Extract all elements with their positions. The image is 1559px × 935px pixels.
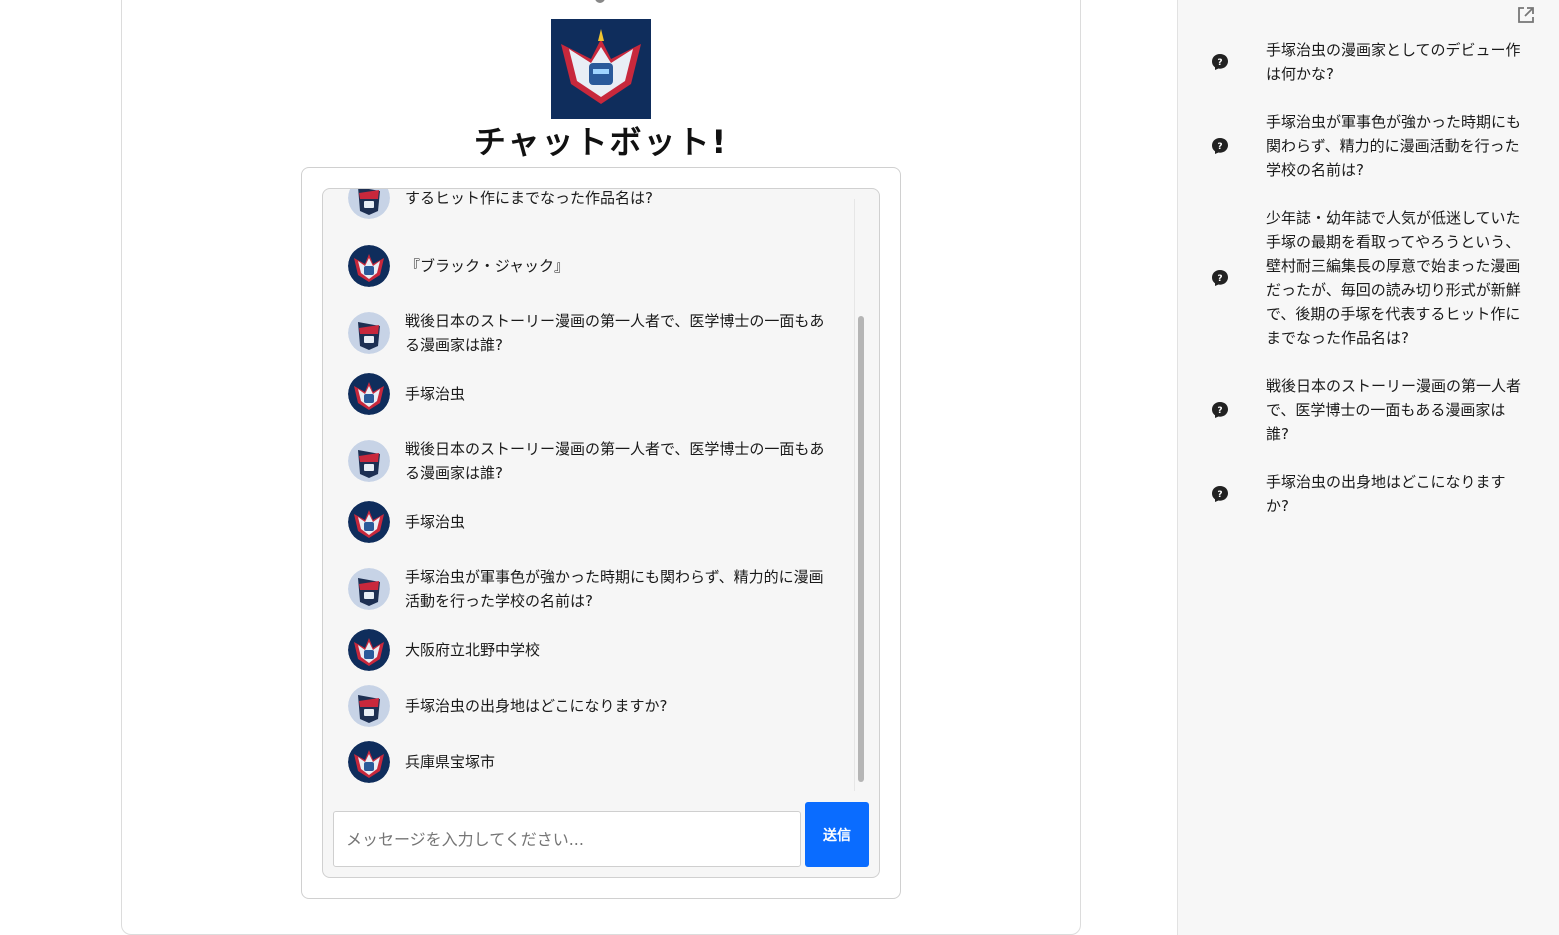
- user-avatar: [348, 189, 390, 219]
- question-text: 手塚治虫が軍事色が強かった時期にも関わらず、精力的に漫画活動を行った学校の名前は…: [1266, 113, 1522, 179]
- svg-text:?: ?: [1217, 490, 1222, 500]
- bot-message: 手塚治虫: [348, 501, 848, 543]
- user-avatar: [348, 685, 390, 727]
- message-text: 『ブラック・ジャック』: [405, 257, 569, 275]
- question-icon: ?: [1210, 52, 1230, 72]
- svg-text:?: ?: [1217, 142, 1222, 152]
- bot-message: 『ブラック・ジャック』: [348, 245, 848, 287]
- user-avatar: [348, 312, 390, 354]
- user-message: するヒット作にまでなった作品名は?: [348, 189, 848, 219]
- message-text: 手塚治虫の出身地はどこになりますか?: [405, 697, 668, 715]
- user-message: 手塚治虫の出身地はどこになりますか?: [348, 685, 848, 727]
- message-text: 手塚治虫が軍事色が強かった時期にも関わらず、精力的に漫画活動を行った学校の名前は…: [405, 568, 824, 610]
- user-message: 戦後日本のストーリー漫画の第一人者で、医学博士の一面もある漫画家は誰?: [348, 309, 848, 357]
- bot-avatar: [348, 245, 390, 287]
- message-text: 戦後日本のストーリー漫画の第一人者で、医学博士の一面もある漫画家は誰?: [405, 312, 825, 354]
- question-icon: ?: [1210, 484, 1230, 504]
- send-button[interactable]: 送信: [805, 802, 869, 867]
- message-input[interactable]: [333, 811, 801, 867]
- bot-message: 大阪府立北野中学校: [348, 629, 848, 671]
- user-avatar: [348, 568, 390, 610]
- robot-logo: [551, 19, 651, 119]
- suggested-question[interactable]: ? 手塚治虫の漫画家としてのデビュー作は何かな?: [1210, 38, 1540, 86]
- message-text: 手塚治虫: [405, 513, 466, 531]
- svg-text:?: ?: [1217, 274, 1222, 284]
- svg-text:?: ?: [1217, 58, 1222, 68]
- bot-avatar: [348, 741, 390, 783]
- svg-text:?: ?: [1217, 406, 1222, 416]
- question-text: 少年誌・幼年誌で人気が低迷していた手塚の最期を看取ってやろうという、壁村耐三編集…: [1266, 209, 1521, 347]
- bot-avatar: [348, 629, 390, 671]
- question-text: 戦後日本のストーリー漫画の第一人者で、医学博士の一面もある漫画家は誰?: [1266, 377, 1522, 443]
- question-text: 手塚治虫の出身地はどこになりますか?: [1266, 473, 1506, 515]
- external-link-icon[interactable]: [1516, 5, 1536, 25]
- suggested-question[interactable]: ? 手塚治虫の出身地はどこになりますか?: [1210, 470, 1540, 518]
- question-text: 手塚治虫の漫画家としてのデビュー作は何かな?: [1266, 41, 1521, 83]
- suggested-question[interactable]: ? 手塚治虫が軍事色が強かった時期にも関わらず、精力的に漫画活動を行った学校の名前…: [1210, 110, 1540, 182]
- user-message: 手塚治虫が軍事色が強かった時期にも関わらず、精力的に漫画活動を行った学校の名前は…: [348, 565, 848, 613]
- suggestion-sidebar: ? 手塚治虫の漫画家としてのデビュー作は何かな?? 手塚治虫が軍事色が強かった時期に…: [1177, 0, 1559, 935]
- page: チャットボット! するヒット作にまでなった作品名は? 『ブラック・ジャック』戦後日…: [0, 0, 1559, 935]
- suggested-question[interactable]: ? 戦後日本のストーリー漫画の第一人者で、医学博士の一面もある漫画家は誰?: [1210, 374, 1540, 446]
- scrollbar-thumb[interactable]: [858, 316, 864, 782]
- page-title: チャットボット!: [473, 123, 729, 161]
- user-message: 戦後日本のストーリー漫画の第一人者で、医学博士の一面もある漫画家は誰?: [348, 437, 848, 485]
- chat-container: するヒット作にまでなった作品名は? 『ブラック・ジャック』戦後日本のストーリー漫画…: [322, 188, 880, 878]
- message-text: 兵庫県宝塚市: [405, 753, 496, 771]
- bot-message: 手塚治虫: [348, 373, 848, 415]
- message-text: するヒット作にまでなった作品名は?: [405, 189, 653, 207]
- message-list[interactable]: するヒット作にまでなった作品名は? 『ブラック・ジャック』戦後日本のストーリー漫画…: [323, 189, 853, 794]
- question-icon: ?: [1210, 268, 1230, 288]
- settings-gear-icon[interactable]: [590, 0, 610, 8]
- message-text: 大阪府立北野中学校: [405, 641, 541, 659]
- bot-message: 兵庫県宝塚市: [348, 741, 848, 783]
- suggested-question[interactable]: ? 少年誌・幼年誌で人気が低迷していた手塚の最期を看取ってやろうという、壁村耐三編…: [1210, 206, 1540, 350]
- bot-avatar: [348, 501, 390, 543]
- question-icon: ?: [1210, 400, 1230, 420]
- chat-panel: するヒット作にまでなった作品名は? 『ブラック・ジャック』戦後日本のストーリー漫画…: [301, 167, 901, 899]
- question-icon: ?: [1210, 136, 1230, 156]
- bot-avatar: [348, 373, 390, 415]
- message-text: 戦後日本のストーリー漫画の第一人者で、医学博士の一面もある漫画家は誰?: [405, 440, 825, 482]
- message-text: 手塚治虫: [405, 385, 466, 403]
- user-avatar: [348, 440, 390, 482]
